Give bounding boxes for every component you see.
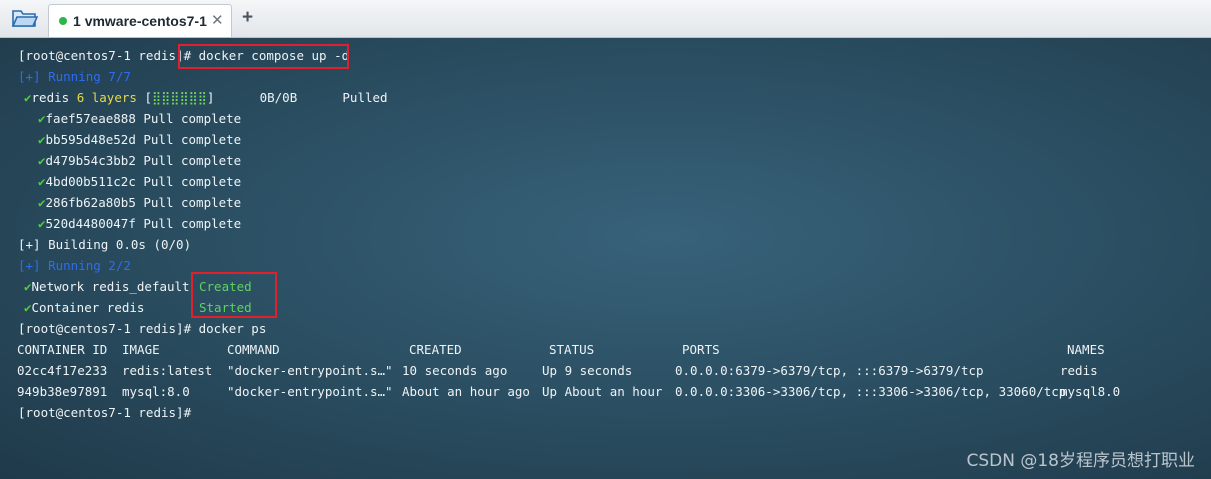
check-icon: ✔ (24, 279, 32, 294)
highlight-box-status (191, 272, 277, 318)
open-folder-icon[interactable] (10, 6, 39, 30)
ps-cell: redis:latest (122, 363, 213, 378)
ps-cell: Up About an hour (542, 384, 663, 399)
check-icon: ✔ (38, 111, 46, 126)
terminal-line: [+] Running 7/7 (18, 69, 131, 84)
ps-header: COMMAND (227, 342, 280, 357)
check-icon: ✔ (38, 216, 46, 231)
check-icon: ✔ (24, 300, 32, 315)
terminal-line: [root@centos7-1 redis]# docker ps (18, 321, 267, 336)
terminal-line: ✔286fb62a80b5 Pull complete (38, 195, 242, 210)
connected-status-icon (59, 17, 67, 25)
terminal-output[interactable]: [root@centos7-1 redis]# docker compose u… (0, 38, 1211, 479)
tab-bar: 1 vmware-centos7-1 ✕ + (0, 0, 1211, 38)
ps-cell: 10 seconds ago (402, 363, 508, 378)
check-icon: ✔ (38, 153, 46, 168)
check-icon: ✔ (38, 132, 46, 147)
ps-cell: "docker-entrypoint.s…" (227, 384, 393, 399)
terminal-line: [+] Building 0.0s (0/0) (18, 237, 192, 252)
ps-header: PORTS (682, 342, 720, 357)
check-icon: ✔ (24, 90, 32, 105)
add-tab-icon[interactable]: + (242, 6, 253, 30)
check-icon: ✔ (38, 195, 46, 210)
ps-cell: 0.0.0.0:6379->6379/tcp, :::6379->6379/tc… (675, 363, 984, 378)
ps-cell: 0.0.0.0:3306->3306/tcp, :::3306->3306/tc… (675, 384, 1067, 399)
tab-title: 1 vmware-centos7-1 (73, 13, 207, 29)
ps-cell: 02cc4f17e233 (17, 363, 108, 378)
terminal-line: ✔faef57eae888 Pull complete (38, 111, 242, 126)
ps-header: CONTAINER ID (17, 342, 108, 357)
terminal-line: ✔bb595d48e52d Pull complete (38, 132, 242, 147)
terminal-line: ✔redis 6 layers [⣿⣿⣿⣿⣿⣿] 0B/0B Pulled (24, 90, 388, 105)
ps-cell: mysql8.0 (1060, 384, 1121, 399)
close-tab-icon[interactable]: ✕ (211, 12, 224, 30)
terminal-line: [+] Running 2/2 (18, 258, 131, 273)
highlight-box-command (178, 44, 349, 69)
ps-header: CREATED (409, 342, 462, 357)
terminal-line: ✔520d4480047f Pull complete (38, 216, 242, 231)
ps-cell: redis (1060, 363, 1098, 378)
ps-header: NAMES (1067, 342, 1105, 357)
ps-cell: 949b38e97891 (17, 384, 108, 399)
ps-header: STATUS (549, 342, 595, 357)
ps-cell: "docker-entrypoint.s…" (227, 363, 393, 378)
tab-session[interactable]: 1 vmware-centos7-1 ✕ (48, 4, 232, 37)
check-icon: ✔ (38, 174, 46, 189)
ps-cell: About an hour ago (402, 384, 530, 399)
ps-cell: Up 9 seconds (542, 363, 633, 378)
ps-cell: mysql:8.0 (122, 384, 190, 399)
ps-header: IMAGE (122, 342, 160, 357)
terminal-line: ✔4bd00b511c2c Pull complete (38, 174, 242, 189)
terminal-line: ✔Network redis_default (24, 279, 190, 294)
terminal-line: ✔d479b54c3bb2 Pull complete (38, 153, 242, 168)
terminal-line: [root@centos7-1 redis]# (18, 405, 192, 420)
watermark: CSDN @18岁程序员想打职业 (966, 451, 1195, 471)
terminal-line: ✔Container redis (24, 300, 145, 315)
